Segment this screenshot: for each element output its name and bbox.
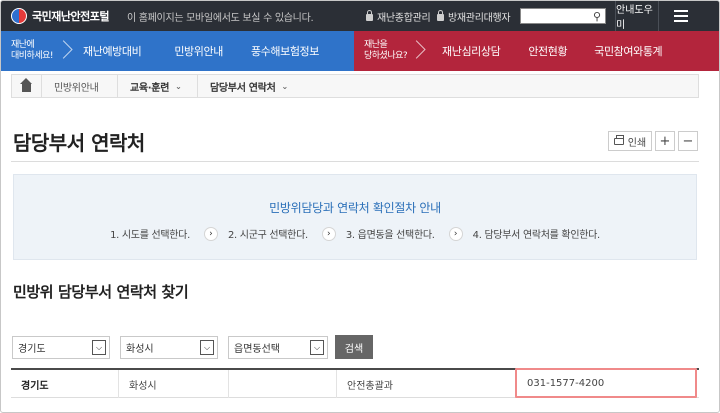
chevron-right-icon: › xyxy=(203,226,218,241)
disaster-agent-label: 방재관리대행자 xyxy=(448,12,511,24)
finder-title: 민방위 담당부서 연락처 찾기 xyxy=(13,283,189,301)
print-button[interactable]: 인쇄 xyxy=(608,131,652,151)
logo-text: 국민재난안전포털 xyxy=(32,10,109,23)
step-3: 3. 읍면동을 선택한다. xyxy=(345,230,435,241)
response-caption: 재난을 당하셨나요? xyxy=(364,40,408,61)
chevron-right-icon: › xyxy=(321,226,336,241)
top-bar: 국민재난안전포털 이 홈페이지는 모바일에서도 보실 수 있습니다. xyxy=(1,1,719,31)
nav-item-flood-insurance[interactable]: 풍수해보험정보 xyxy=(251,43,319,59)
chevron-down-icon: ⌵ xyxy=(200,340,214,355)
search-icon[interactable]: ⚲ xyxy=(593,10,601,23)
top-search-box[interactable]: ⚲ xyxy=(520,8,606,24)
chevron-right-icon xyxy=(410,31,424,71)
chevron-down-icon: ⌵ xyxy=(310,340,324,355)
page-title: 담당부서 연락처 xyxy=(13,131,145,155)
nav-item-citizen-statistics[interactable]: 국민참여와통계 xyxy=(594,43,662,59)
province-select[interactable]: 경기도 ⌵ xyxy=(12,336,110,359)
home-icon xyxy=(20,78,32,92)
mobile-notice: 이 홈페이지는 모바일에서도 보실 수 있습니다. xyxy=(126,12,314,24)
chevron-right-icon: › xyxy=(448,226,463,241)
chevron-right-icon xyxy=(57,31,71,71)
breadcrumb-home[interactable] xyxy=(12,75,42,97)
cell-town xyxy=(229,370,337,398)
nav-item-civil-defense[interactable]: 민방위안내 xyxy=(174,43,223,59)
guide-helper-button[interactable]: 안내도우미 xyxy=(615,1,659,31)
cell-province: 경기도 xyxy=(11,370,119,398)
breadcrumb: 민방위안내 교육·훈련 ⌄ 담당부서 연락처 ⌄ xyxy=(11,74,699,98)
zoom-out-button[interactable]: − xyxy=(678,131,698,151)
table-row: 경기도 화성시 안전총괄과 031-1577-4200 xyxy=(11,368,699,398)
zoom-in-button[interactable]: + xyxy=(655,131,675,151)
step-4: 4. 담당부서 연락처를 확인한다. xyxy=(472,230,601,241)
chevron-down-icon: ⌄ xyxy=(175,81,182,91)
search-input[interactable] xyxy=(532,10,593,22)
nav-item-psychological-counseling[interactable]: 재난심리상담 xyxy=(442,43,501,59)
prepare-caption: 재난에 대비하세요! xyxy=(11,40,54,61)
city-select[interactable]: 화성시 ⌵ xyxy=(120,336,218,359)
breadcrumb-contacts[interactable]: 담당부서 연락처 ⌄ xyxy=(198,75,300,97)
step-1: 1. 시도를 선택한다. xyxy=(110,230,190,241)
menu-icon[interactable] xyxy=(674,10,688,22)
disaster-agent-link[interactable]: 방재관리대행자 xyxy=(437,1,511,31)
title-divider xyxy=(11,161,699,162)
chevron-down-icon: ⌵ xyxy=(92,340,106,355)
nav-item-safety-status[interactable]: 안전현황 xyxy=(528,43,567,59)
guide-steps: 1. 시도를 선택한다. › 2. 시군구 선택한다. › 3. 읍면동을 선택… xyxy=(14,226,696,241)
print-icon xyxy=(613,134,624,145)
step-2: 2. 시군구 선택한다. xyxy=(227,230,308,241)
cell-department: 안전총괄과 xyxy=(347,380,393,392)
response-nav: 재난을 당하셨나요? 재난심리상담 안전현황 국민참여와통계 xyxy=(354,31,719,71)
nav-item-disaster-prevention[interactable]: 재난예방대비 xyxy=(83,43,142,59)
cell-city: 화성시 xyxy=(119,370,229,398)
lock-icon xyxy=(366,9,373,21)
search-button[interactable]: 검색 xyxy=(335,335,373,359)
chevron-down-icon: ⌄ xyxy=(281,81,288,91)
procedure-guide: 민방위담당과 연락처 확인절차 안내 1. 시도를 선택한다. › 2. 시군구… xyxy=(13,174,697,260)
guide-title: 민방위담당과 연락처 확인절차 안내 xyxy=(269,201,441,215)
disaster-management-link[interactable]: 재난종합관리 xyxy=(366,1,431,31)
breadcrumb-civil-defense[interactable]: 민방위안내 xyxy=(42,75,118,97)
town-select[interactable]: 읍면동선택 ⌵ xyxy=(228,336,328,359)
cell-phone-number: 031-1577-4200 xyxy=(515,368,697,398)
national-emblem-icon xyxy=(11,8,27,24)
browser-frame: 국민재난안전포털 이 홈페이지는 모바일에서도 보실 수 있습니다. 재난종합관… xyxy=(0,0,720,413)
disaster-management-label: 재난종합관리 xyxy=(377,12,431,24)
lock-icon xyxy=(437,9,444,21)
prepare-nav: 재난에 대비하세요! 재난예방대비 민방위안내 풍수해보험정보 xyxy=(1,31,354,71)
breadcrumb-education-training[interactable]: 교육·훈련 ⌄ xyxy=(118,75,198,97)
site-logo[interactable]: 국민재난안전포털 xyxy=(11,8,109,24)
